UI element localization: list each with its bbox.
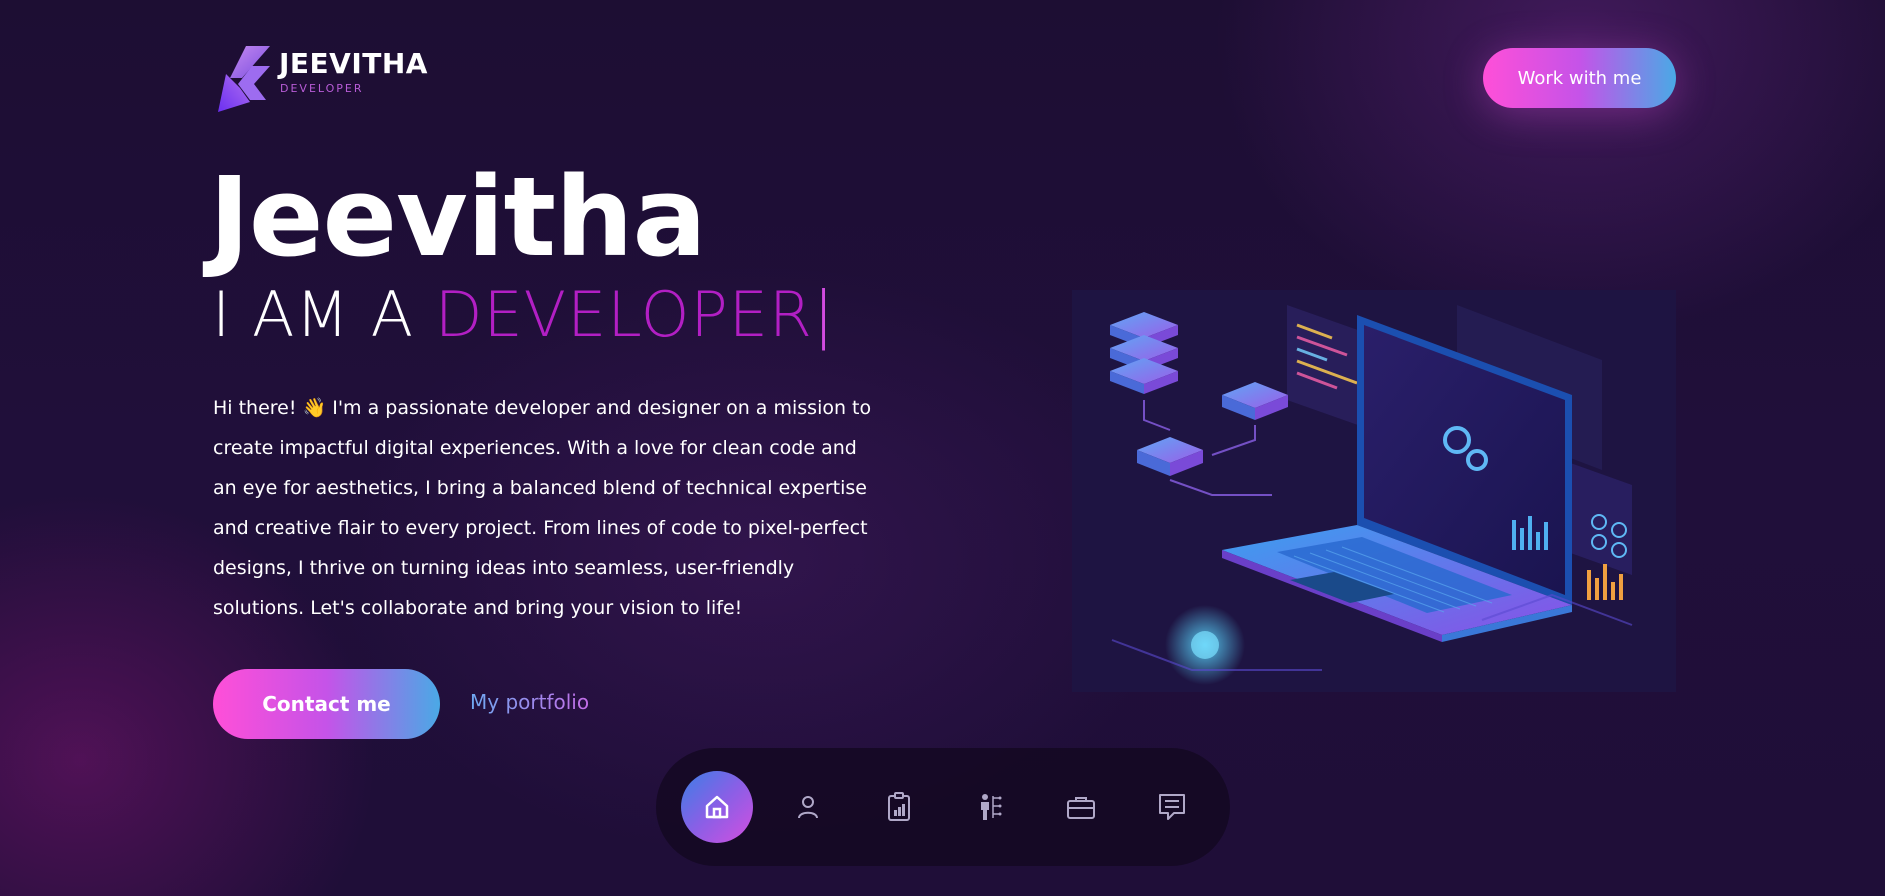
nav-contact[interactable] bbox=[1136, 771, 1208, 843]
message-icon bbox=[1159, 794, 1185, 820]
home-icon bbox=[705, 795, 729, 819]
hero-name: Jeevitha bbox=[209, 153, 707, 281]
isometric-laptop-illustration bbox=[1072, 290, 1676, 692]
nav-portfolio[interactable] bbox=[1045, 771, 1117, 843]
arrow-logo-icon bbox=[218, 46, 270, 112]
contact-me-button[interactable]: Contact me bbox=[213, 669, 440, 739]
role-word: DEVELOPER bbox=[434, 278, 814, 351]
my-portfolio-link[interactable]: My portfolio bbox=[470, 690, 589, 714]
briefcase-icon bbox=[1067, 797, 1095, 819]
hero-role: I AM A DEVELOPER| bbox=[212, 284, 835, 346]
nav-about[interactable] bbox=[772, 771, 844, 843]
laptop-illustration-graphic bbox=[1072, 290, 1676, 692]
nav-home[interactable] bbox=[681, 771, 753, 843]
work-with-me-button[interactable]: Work with me bbox=[1483, 48, 1676, 108]
clipboard-chart-icon bbox=[888, 792, 910, 821]
logo-name: JEEVITHA bbox=[279, 47, 428, 80]
hero-description: Hi there! 👋 I'm a passionate developer a… bbox=[213, 397, 872, 619]
typing-caret: | bbox=[813, 278, 835, 351]
role-prefix: I AM A bbox=[212, 278, 435, 351]
presenter-icon bbox=[981, 794, 1002, 820]
bottom-nav bbox=[656, 748, 1230, 866]
nav-skills[interactable] bbox=[863, 771, 935, 843]
user-icon bbox=[798, 796, 818, 819]
logo[interactable]: JEEVITHA DEVELOPER bbox=[216, 44, 427, 114]
nav-experience[interactable] bbox=[954, 771, 1026, 843]
logo-subtitle: DEVELOPER bbox=[280, 82, 364, 95]
